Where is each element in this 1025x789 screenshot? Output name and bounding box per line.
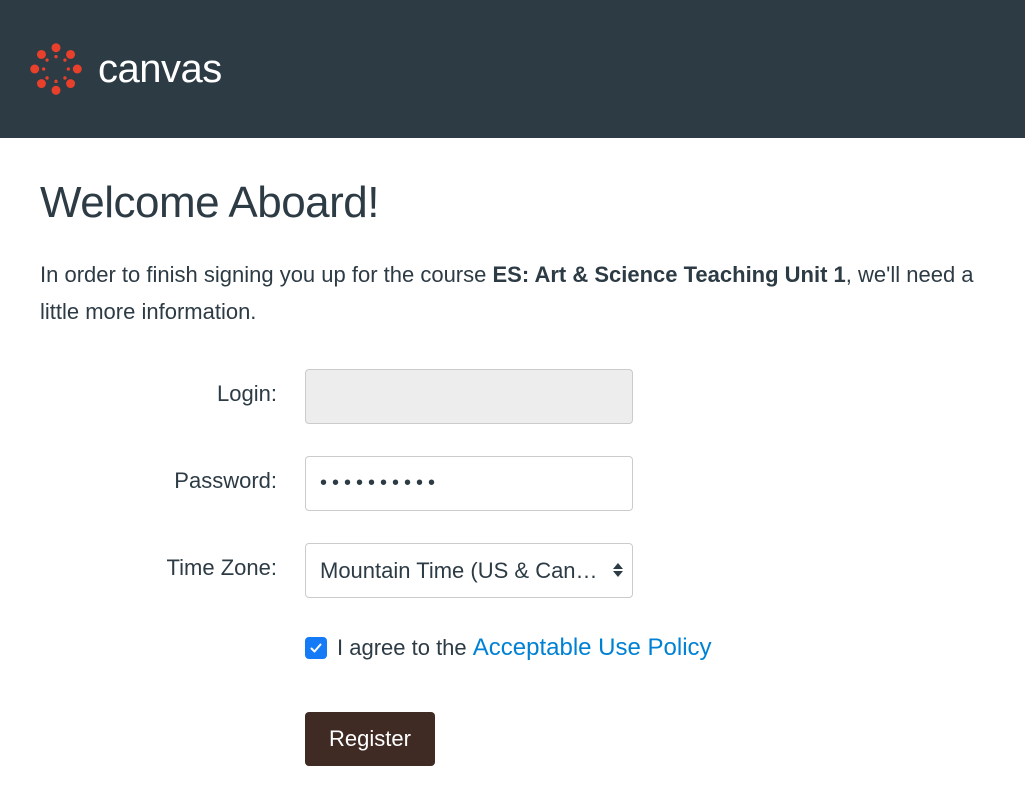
terms-row: I agree to the Acceptable Use Policy: [40, 630, 985, 662]
login-row: Login:: [40, 369, 985, 424]
timezone-row: Time Zone: Mountain Time (US & Canada) (…: [40, 543, 985, 598]
intro-prefix: In order to finish signing you up for th…: [40, 262, 492, 287]
acceptable-use-policy-link[interactable]: Acceptable Use Policy: [473, 634, 712, 661]
timezone-select[interactable]: Mountain Time (US & Canada) (−: [305, 543, 633, 598]
course-name: ES: Art & Science Teaching Unit 1: [492, 262, 845, 287]
login-input[interactable]: [305, 369, 633, 424]
page-title: Welcome Aboard!: [40, 178, 985, 228]
brand-name: canvas: [98, 47, 222, 92]
password-label: Password:: [40, 456, 305, 494]
password-row: Password:: [40, 456, 985, 511]
canvas-logo-icon: [28, 41, 84, 97]
main-content: Welcome Aboard! In order to finish signi…: [0, 138, 1025, 766]
terms-checkbox[interactable]: [305, 637, 327, 659]
register-button[interactable]: Register: [305, 712, 435, 766]
password-input[interactable]: [305, 456, 633, 511]
brand-logo: canvas: [28, 41, 222, 97]
intro-text: In order to finish signing you up for th…: [40, 256, 985, 331]
timezone-label: Time Zone:: [40, 543, 305, 581]
header: canvas: [0, 0, 1025, 138]
terms-label: I agree to the Acceptable Use Policy: [337, 634, 712, 662]
terms-prefix: I agree to the: [337, 635, 473, 660]
login-label: Login:: [40, 369, 305, 407]
